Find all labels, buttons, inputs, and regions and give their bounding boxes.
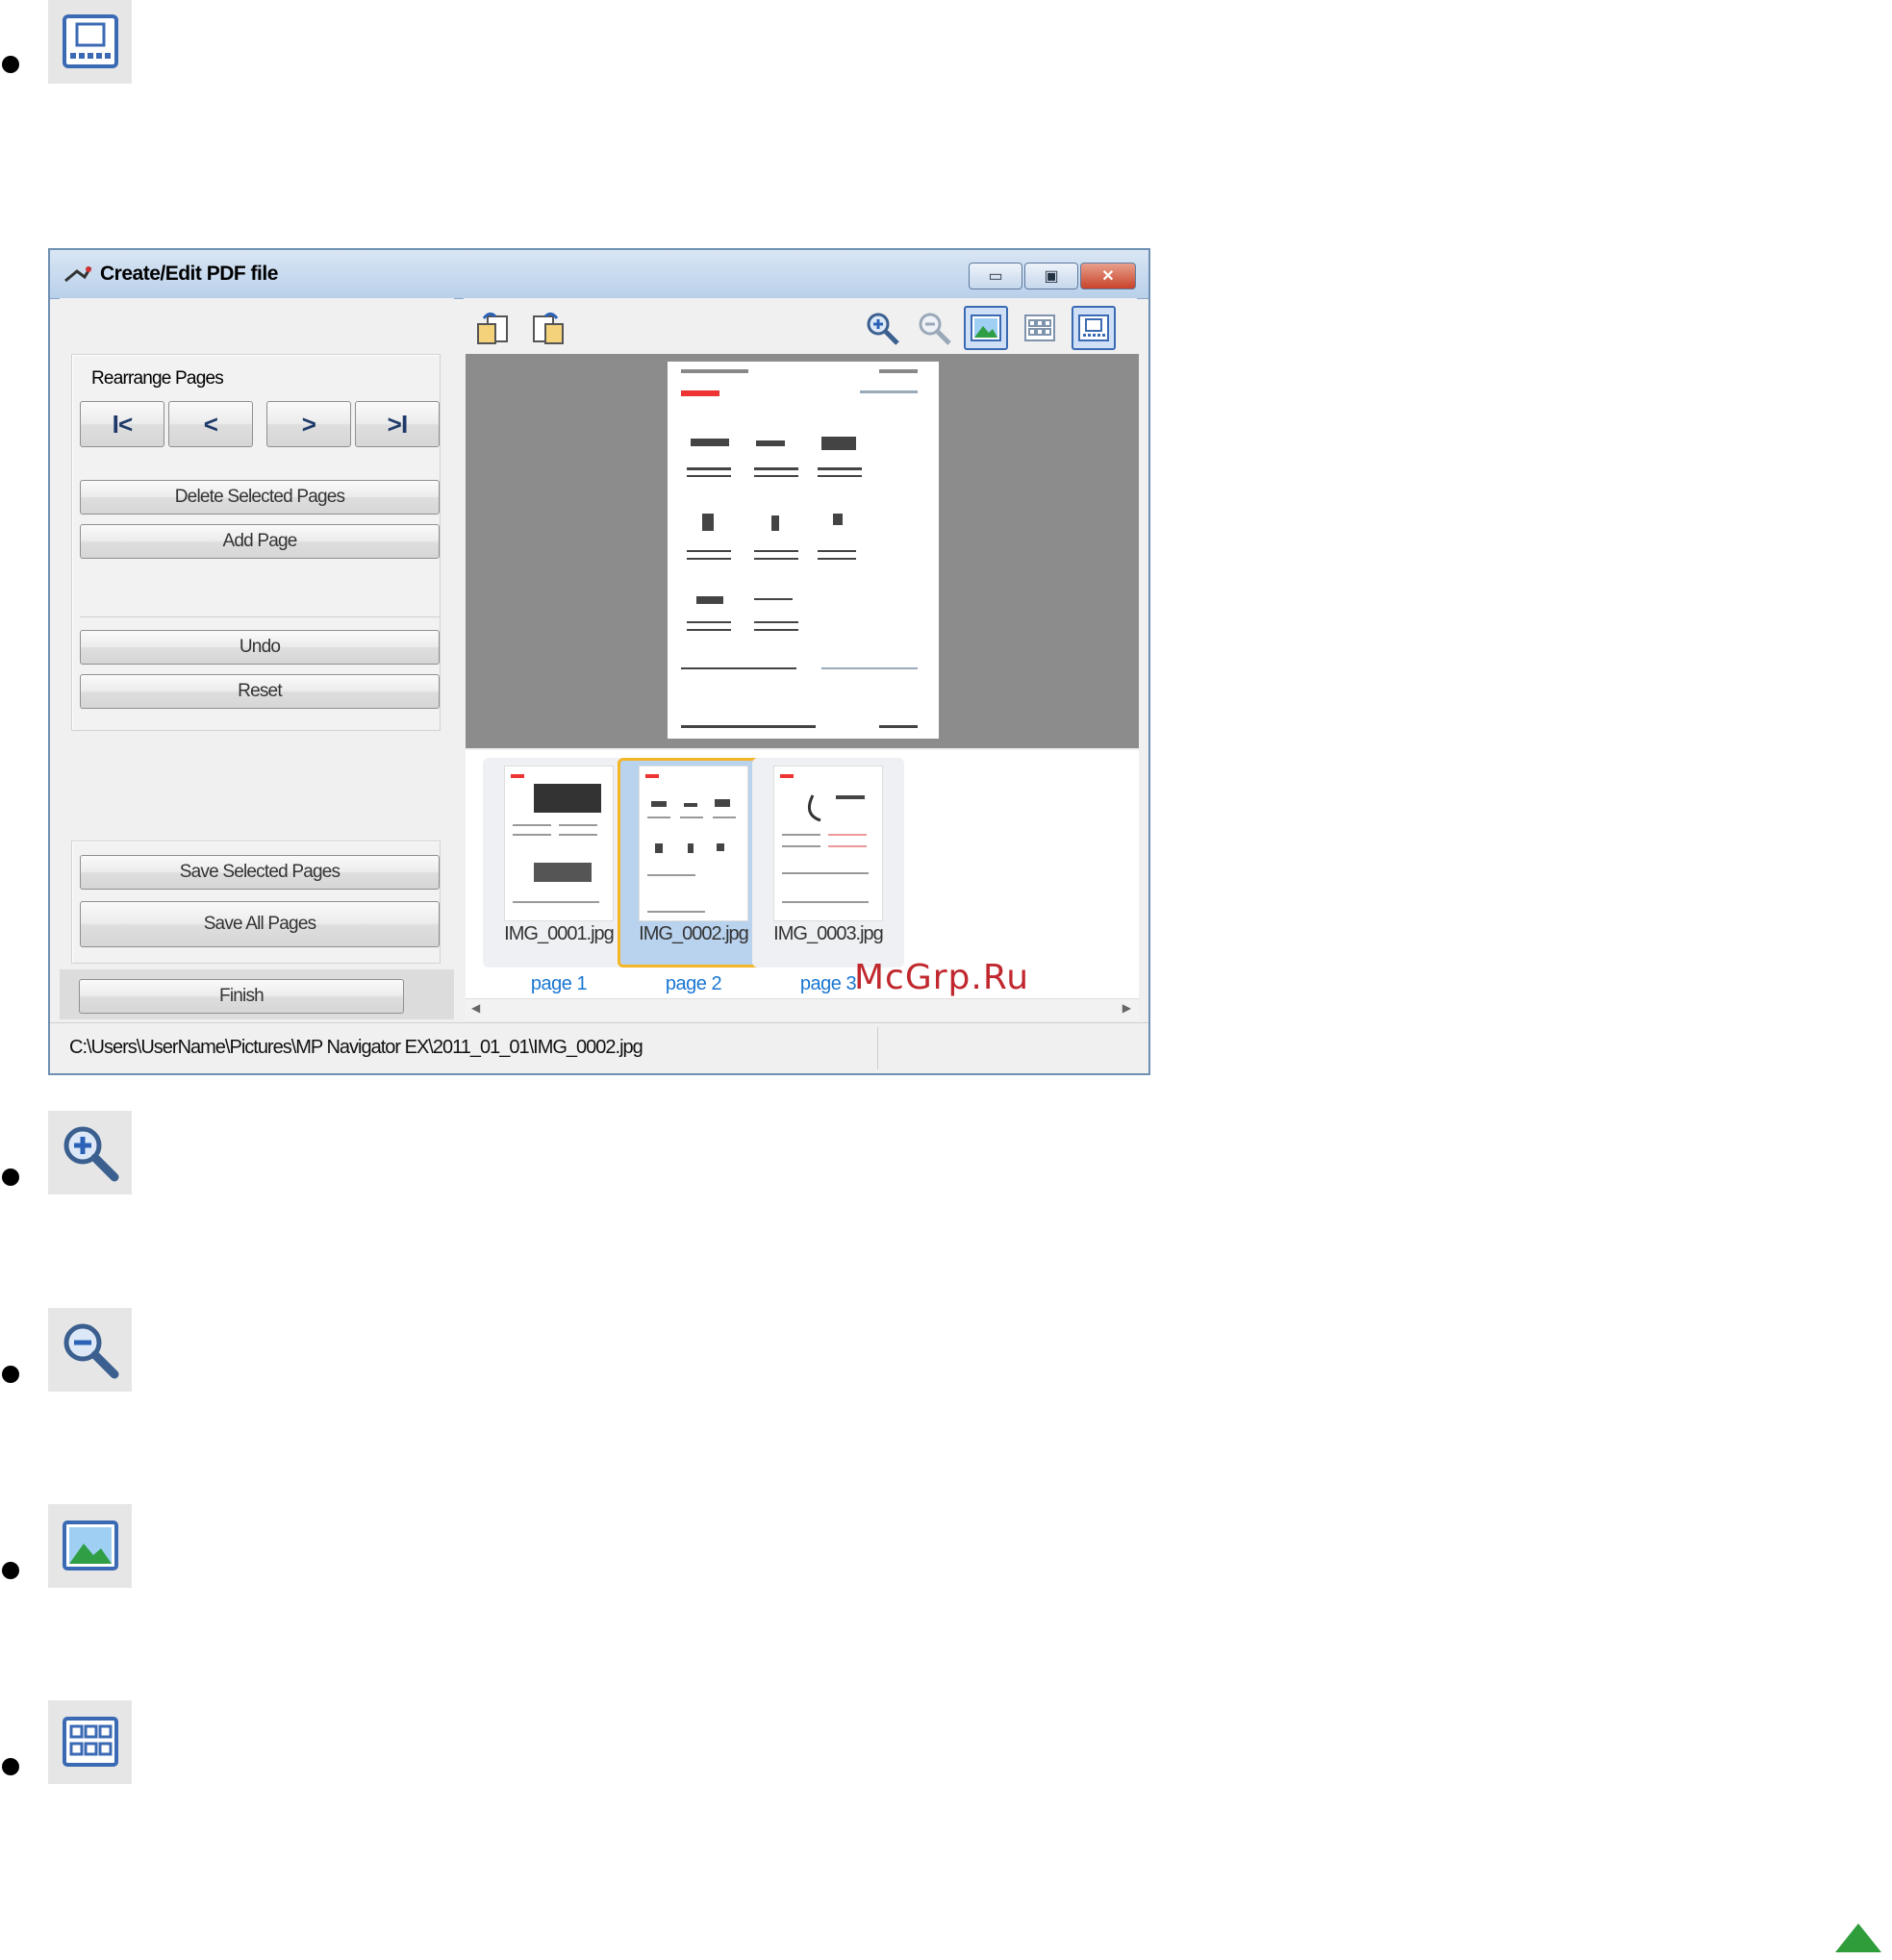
rotate-left-icon <box>477 312 508 344</box>
status-divider <box>877 1027 878 1069</box>
save-all-pages-button[interactable]: Save All Pages <box>80 901 440 947</box>
full-screen-button[interactable] <box>1072 306 1116 350</box>
view-image-button[interactable] <box>964 306 1008 350</box>
create-edit-pdf-window: Create/Edit PDF file ▭ ▣ ✕ Rearrange Pag… <box>48 248 1150 1075</box>
divider <box>80 616 440 617</box>
delete-selected-pages-button[interactable]: Delete Selected Pages <box>80 480 440 515</box>
app-icon <box>63 264 92 291</box>
status-bar: C:\Users\UserName\Pictures\MP Navigator … <box>50 1022 1148 1073</box>
left-panel: Rearrange Pages I< < > >I Delete Selecte… <box>60 298 454 1019</box>
thumbnail-filename: IMG_0003.jpg <box>773 923 884 944</box>
page-preview <box>466 354 1139 748</box>
preview-page-image <box>668 362 939 739</box>
bullet <box>2 1168 19 1186</box>
rotate-right-button[interactable] <box>525 306 569 350</box>
scroll-right-icon[interactable]: ▶ <box>1123 1001 1131 1015</box>
view-image-icon <box>971 314 1001 341</box>
thumbnail-page-2[interactable]: IMG_0002.jpg <box>618 758 769 967</box>
file-path: C:\Users\UserName\Pictures\MP Navigator … <box>69 1037 643 1058</box>
add-page-button[interactable]: Add Page <box>80 524 440 559</box>
full-screen-icon <box>1078 314 1109 341</box>
zoom-in-icon <box>867 313 899 345</box>
undo-button[interactable]: Undo <box>80 630 440 665</box>
thumbnail-page-1[interactable]: IMG_0001.jpg <box>483 758 635 967</box>
save-selected-pages-button[interactable]: Save Selected Pages <box>80 855 440 890</box>
view-image-icon <box>48 1504 132 1588</box>
preview-toolbar <box>464 298 1137 352</box>
finish-area: Finish <box>60 969 454 1019</box>
title-bar: Create/Edit PDF file ▭ ▣ ✕ <box>50 250 1148 299</box>
rearrange-pages-group: Rearrange Pages I< < > >I Delete Selecte… <box>71 354 441 731</box>
last-page-button[interactable]: >I <box>355 401 440 447</box>
reset-button[interactable]: Reset <box>80 674 440 709</box>
bullet <box>2 1562 19 1579</box>
page-label: page 2 <box>665 973 722 994</box>
thumbnail-filename: IMG_0002.jpg <box>639 923 749 944</box>
previous-page-button[interactable]: < <box>168 401 253 447</box>
close-button[interactable]: ✕ <box>1080 263 1136 289</box>
first-page-button[interactable]: I< <box>80 401 164 447</box>
rotate-left-button[interactable] <box>471 306 516 350</box>
scroll-left-icon[interactable]: ◀ <box>471 1001 480 1015</box>
bullet <box>2 56 19 73</box>
back-to-top-icon[interactable] <box>1835 1923 1881 1952</box>
bullet <box>2 1758 19 1775</box>
thumbnail-image <box>639 766 748 921</box>
finish-button[interactable]: Finish <box>79 979 404 1014</box>
view-thumbnails-button[interactable] <box>1018 306 1062 350</box>
zoom-in-button[interactable] <box>860 306 904 350</box>
save-pages-group: Save Selected Pages Save All Pages <box>71 841 441 964</box>
zoom-out-button[interactable] <box>912 306 956 350</box>
maximize-button[interactable]: ▣ <box>1024 263 1078 289</box>
rotate-right-icon <box>533 312 564 344</box>
thumbnail-filename: IMG_0001.jpg <box>504 923 615 944</box>
page-label: page 1 <box>530 973 588 994</box>
thumbnail-page-3[interactable]: IMG_0003.jpg <box>752 758 904 967</box>
minimize-button[interactable]: ▭ <box>969 263 1022 289</box>
view-thumbnails-icon <box>1024 314 1055 341</box>
zoom-out-icon <box>48 1308 132 1392</box>
rearrange-pages-label: Rearrange Pages <box>91 368 224 389</box>
thumbnail-scrollbar[interactable]: ◀ ▶ <box>466 998 1139 1020</box>
zoom-in-icon <box>48 1111 132 1194</box>
thumbnail-image <box>773 766 883 921</box>
bullet <box>2 1366 19 1383</box>
view-thumbnails-icon <box>48 1700 132 1784</box>
page-thumbnails: IMG_0001.jpg page 1 IMG_0002.jpg page 2 … <box>466 750 1139 1010</box>
thumbnail-image <box>504 766 614 921</box>
next-page-button[interactable]: > <box>266 401 351 447</box>
window-title: Create/Edit PDF file <box>100 263 278 285</box>
watermark: McGrp.Ru <box>854 958 1030 997</box>
zoom-out-icon <box>919 313 951 345</box>
full-screen-icon <box>48 0 132 84</box>
